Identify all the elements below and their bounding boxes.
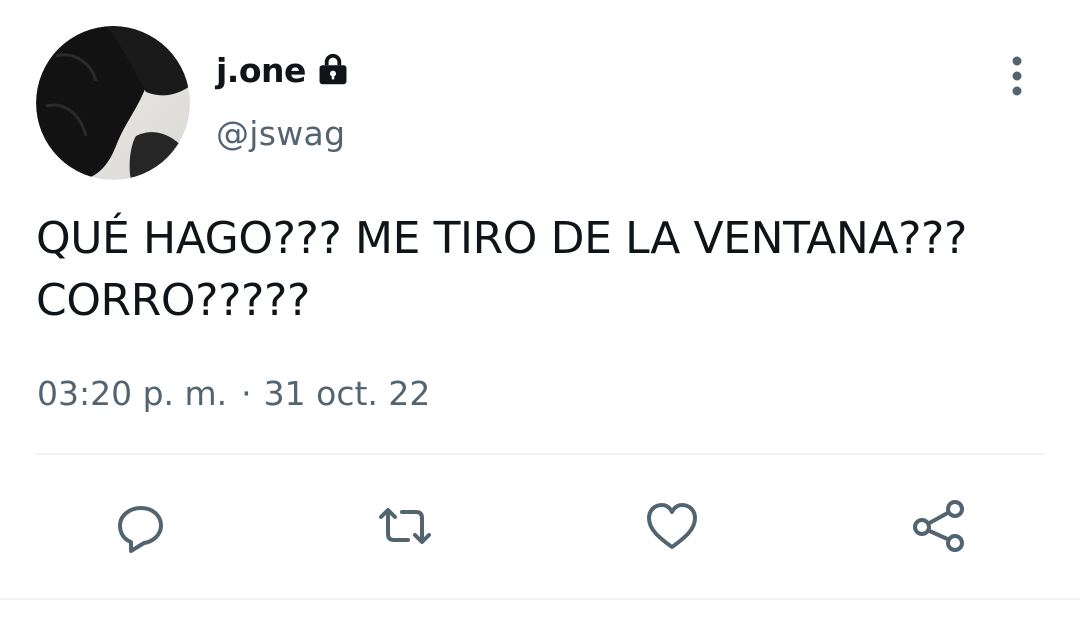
lock-icon — [319, 53, 347, 85]
share-icon — [913, 500, 964, 552]
like-icon — [647, 503, 697, 549]
display-name-row[interactable]: j.one — [216, 48, 352, 92]
share-button[interactable] — [909, 496, 969, 556]
tweet-text: QUÉ HAGO??? ME TIRO DE LA VENTANA??? COR… — [36, 213, 967, 326]
reply-icon — [118, 506, 163, 553]
tweet-time: 03:20 p. m. — [37, 374, 228, 413]
retweet-button[interactable] — [375, 496, 435, 556]
tweet-timestamp[interactable]: 03:20 p. m. · 31 oct. 22 — [37, 374, 430, 413]
more-options-icon[interactable] — [1003, 54, 1031, 98]
user-handle[interactable]: @jswag — [216, 114, 345, 153]
reply-button[interactable] — [111, 496, 171, 556]
display-name[interactable]: j.one — [216, 51, 306, 90]
separator-dot: · — [241, 374, 252, 413]
like-button[interactable] — [642, 496, 702, 556]
avatar[interactable] — [36, 26, 190, 180]
divider-bottom — [0, 598, 1080, 600]
retweet-icon — [379, 508, 431, 544]
divider — [36, 453, 1044, 455]
tweet-date: 31 oct. 22 — [263, 374, 431, 413]
tweet-card: j.one @jswag QUÉ HAGO??? ME TIRO DE LA V… — [0, 0, 1080, 618]
